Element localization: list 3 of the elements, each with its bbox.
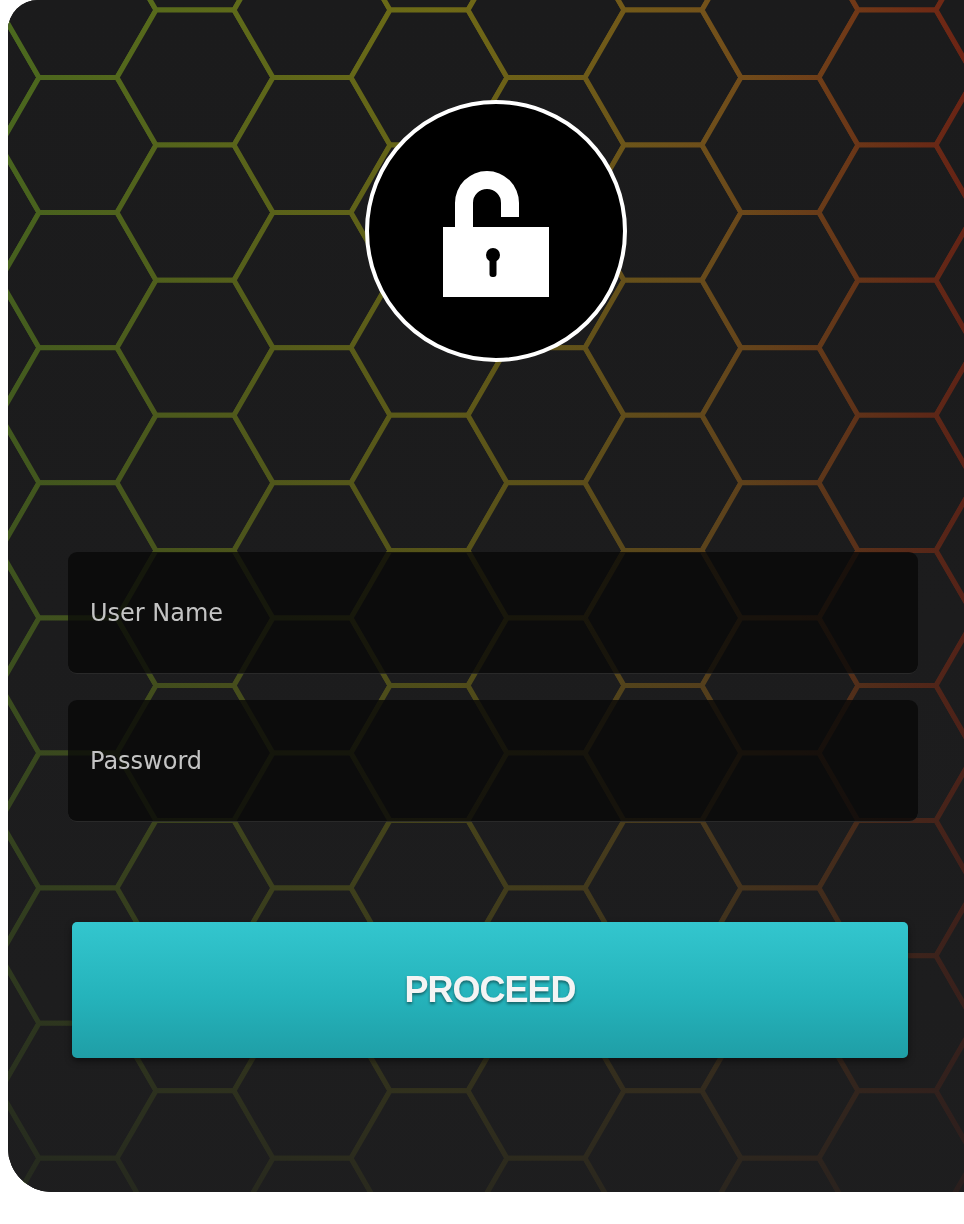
proceed-button[interactable]: PROCEED <box>72 922 908 1058</box>
password-field[interactable]: Password <box>68 700 918 822</box>
username-field[interactable]: User Name <box>68 552 918 674</box>
